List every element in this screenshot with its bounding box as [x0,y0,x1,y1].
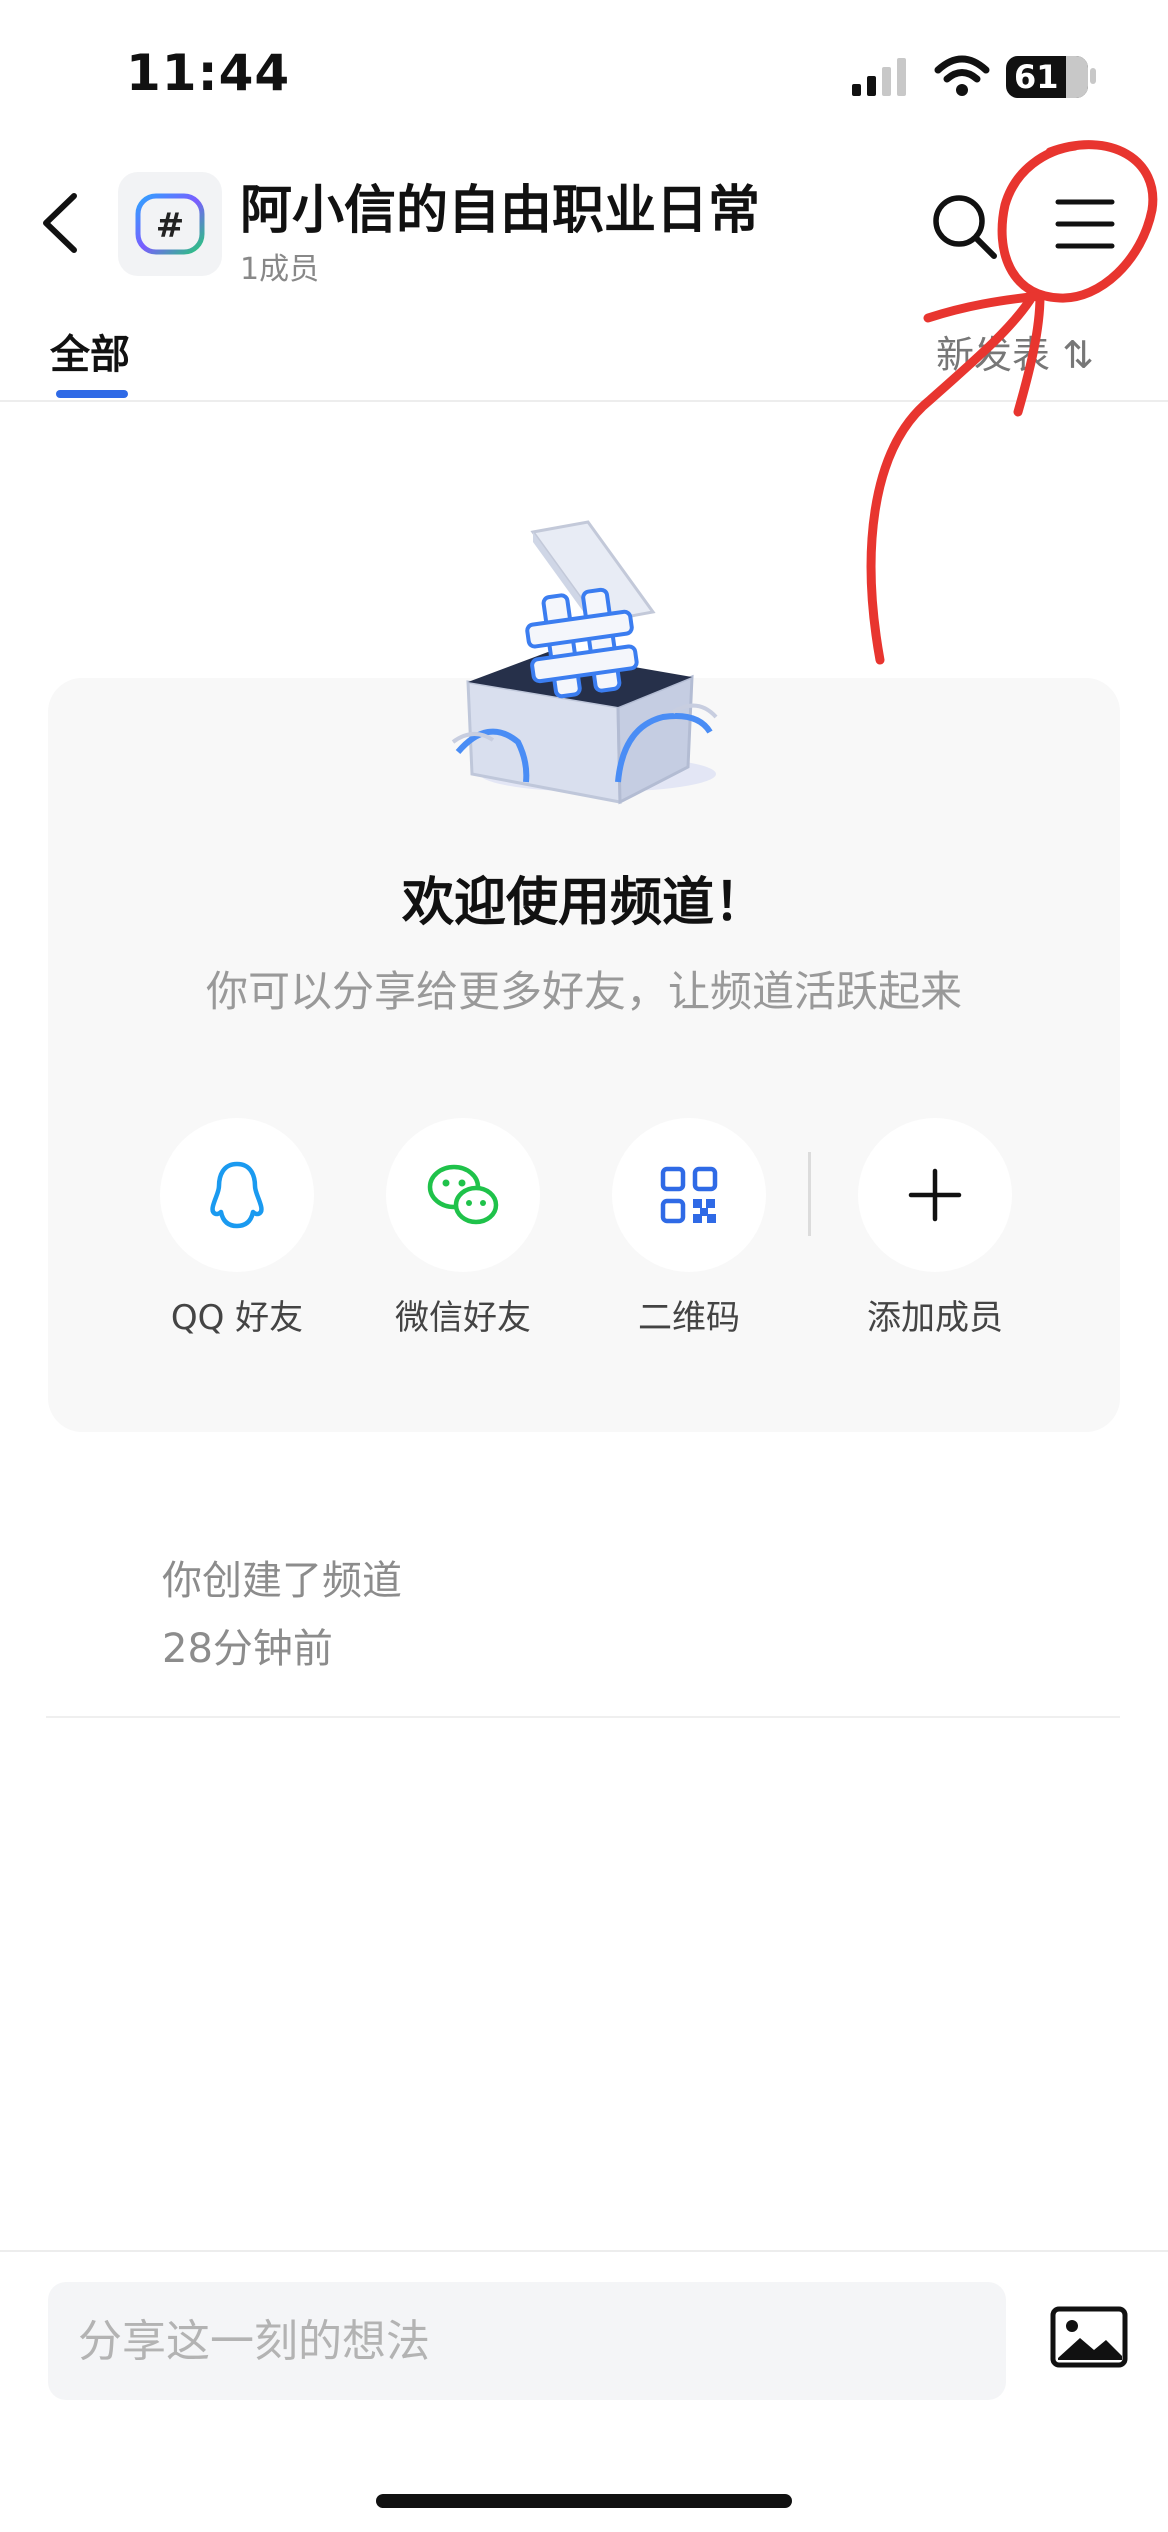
cellular-signal-icon [852,58,906,96]
share-qq-button[interactable] [160,1118,314,1272]
tab-all[interactable]: 全部 [50,322,130,380]
composer-divider [0,2250,1168,2252]
status-time: 11:44 [126,44,291,102]
battery-icon: 61 [1006,56,1088,98]
gift-box-illustration [451,520,718,805]
welcome-subtitle: 你可以分享给更多好友，让频道活跃起来 [205,967,962,1016]
share-qrcode-button[interactable] [612,1118,766,1272]
menu-icon[interactable] [1052,196,1118,252]
svg-text:#: # [156,206,185,246]
tab-active-indicator [56,390,128,398]
hashtag-icon: # [135,193,205,255]
image-picker-icon[interactable] [1050,2306,1128,2368]
welcome-title: 欢迎使用频道！ [401,873,766,933]
search-icon[interactable] [928,190,1000,262]
sort-newest-toggle[interactable]: 新发表 ⇅ [936,324,1094,379]
share-wechat-label: 微信好友 [395,1298,531,1338]
battery-cap [1090,68,1096,84]
share-divider [808,1152,811,1236]
share-wechat-button[interactable] [386,1118,540,1272]
activity-text: 你创建了频道 [162,1558,402,1604]
battery-level: 61 [1014,58,1059,96]
share-qrcode-label: 二维码 [638,1298,740,1338]
activity-timestamp: 28分钟前 [162,1626,333,1672]
activity-divider [46,1716,1120,1718]
qr-code-icon [660,1166,718,1224]
home-indicator [376,2494,792,2508]
back-arrow-icon[interactable] [34,188,94,258]
share-qq-label: QQ 好友 [170,1298,304,1338]
tabs-divider [0,400,1168,402]
channel-title: 阿小信的自由职业日常 [240,181,761,241]
add-member-button[interactable] [858,1118,1012,1272]
channel-avatar[interactable]: # [118,172,222,276]
post-input[interactable] [78,2315,1006,2367]
wifi-icon [934,55,990,96]
qq-penguin-icon [210,1161,264,1229]
add-member-label: 添加成员 [867,1298,1003,1338]
member-count[interactable]: 1成员 [240,244,319,288]
composer-box[interactable] [48,2282,1006,2400]
plus-icon [908,1168,962,1222]
wechat-icon [427,1164,499,1225]
